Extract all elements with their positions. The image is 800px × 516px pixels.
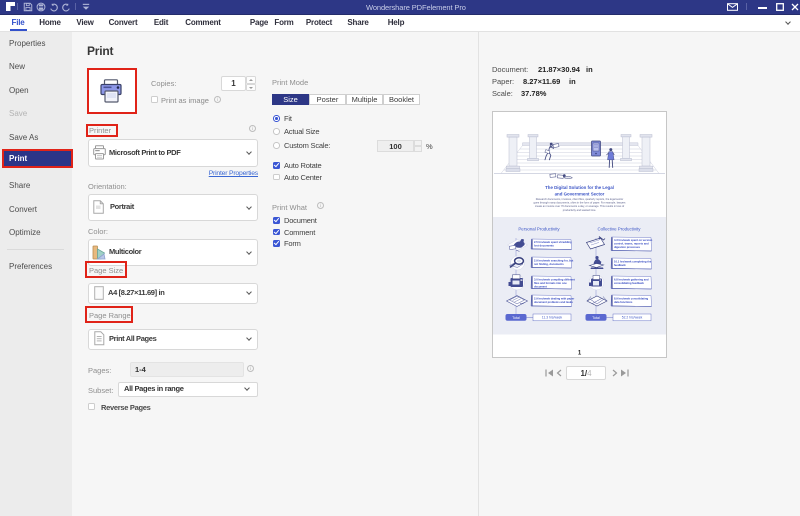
svg-text:document: document	[534, 284, 547, 288]
svg-text:Total: Total	[592, 316, 600, 320]
svg-text:Research documents, invoices,: Research documents, invoices, client fil…	[536, 197, 624, 201]
svg-text:2.5 hrs/week spent shredding: 2.5 hrs/week spent shredding	[534, 240, 572, 244]
svg-text:52.2 hrs/week: 52.2 hrs/week	[622, 316, 643, 320]
svg-text:lost documents: lost documents	[534, 243, 554, 247]
svg-text:Personal Productivity: Personal Productivity	[518, 227, 560, 232]
svg-text:not finding, documents: not finding, documents	[534, 262, 564, 266]
svg-text:2.9 hrs/week searching for, bu: 2.9 hrs/week searching for, but	[534, 259, 573, 263]
svg-text:Total: Total	[512, 316, 520, 320]
svg-text:8.9 hrs/week consolidating: 8.9 hrs/week consolidating	[614, 297, 649, 301]
svg-text:11.3 hrs/week: 11.3 hrs/week	[542, 316, 563, 320]
svg-text:files and formats into one: files and formats into one	[534, 281, 567, 285]
svg-text:create an invoice over 70 docu: create an invoice over 70 documents a da…	[535, 204, 625, 208]
svg-text:data functions: data functions	[614, 300, 633, 304]
svg-text:document problems and tasks: document problems and tasks	[534, 300, 573, 304]
svg-text:3.0 hrs/week compiling differe: 3.0 hrs/week compiling different	[534, 278, 575, 282]
svg-text:10.1 hrs/week completing the: 10.1 hrs/week completing the	[614, 260, 652, 264]
svg-text:4.3 hrs/week spent on version: 4.3 hrs/week spent on version	[614, 238, 653, 242]
svg-text:consolidating feedback: consolidating feedback	[614, 281, 644, 285]
svg-text:feedback: feedback	[614, 263, 626, 267]
svg-text:productivity and wasted time.: productivity and wasted time.	[563, 208, 597, 212]
svg-text:Collective Productivity: Collective Productivity	[598, 227, 642, 232]
svg-text:1: 1	[578, 351, 582, 357]
svg-text:goes through many documents, o: goes through many documents, often in th…	[534, 201, 627, 205]
svg-text:The Digital Solution for the L: The Digital Solution for the Legal	[545, 185, 614, 190]
svg-text:digestion processes: digestion processes	[614, 245, 640, 249]
svg-text:control, teams, reports and: control, teams, reports and	[614, 241, 649, 245]
svg-text:6.8 hrs/week gathering and: 6.8 hrs/week gathering and	[614, 278, 649, 282]
svg-text:and Government Sector: and Government Sector	[555, 192, 605, 197]
svg-text:2.9 hrs/week dealing with pape: 2.9 hrs/week dealing with paper	[534, 297, 574, 301]
